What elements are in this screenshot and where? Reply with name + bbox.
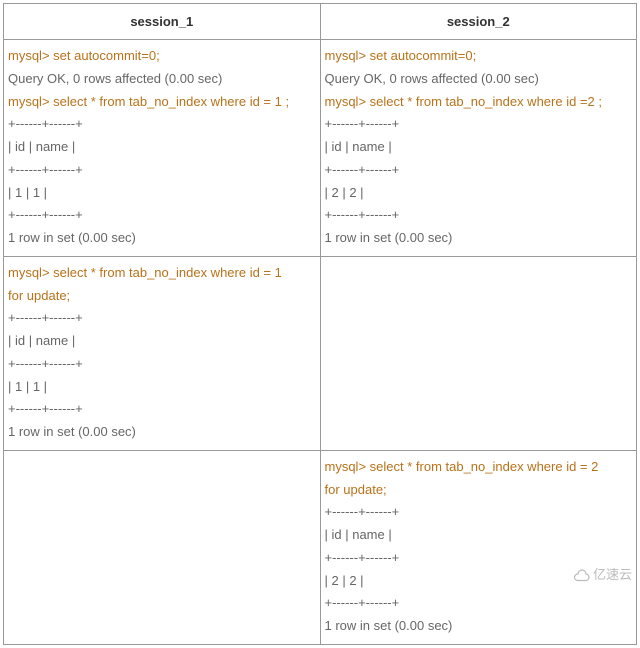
sql-output: | 1 | 1 | <box>8 182 316 205</box>
sql-output: +------+------+ <box>8 159 316 182</box>
sql-output: +------+------+ <box>325 592 633 615</box>
watermark-text: 亿速云 <box>593 567 632 582</box>
sql-command: mysql> set autocommit=0; <box>8 45 316 68</box>
sql-output: 1 row in set (0.00 sec) <box>8 421 316 444</box>
sql-output: +------+------+ <box>8 307 316 330</box>
sql-command: mysql> select * from tab_no_index where … <box>8 262 316 285</box>
session-comparison-table: session_1 session_2 mysql> set autocommi… <box>3 3 637 645</box>
sql-output: +------+------+ <box>8 353 316 376</box>
table-row: mysql> select * from tab_no_index where … <box>4 450 637 644</box>
sql-output: +------+------+ <box>325 113 633 136</box>
session2-cell-1: mysql> set autocommit=0; Query OK, 0 row… <box>320 40 637 257</box>
sql-output: 1 row in set (0.00 sec) <box>8 227 316 250</box>
sql-output: +------+------+ <box>325 159 633 182</box>
sql-output: | 2 | 2 | <box>325 182 633 205</box>
sql-command: mysql> set autocommit=0; <box>325 45 633 68</box>
session2-cell-2-empty <box>320 256 637 450</box>
sql-command: mysql> select * from tab_no_index where … <box>8 91 316 114</box>
session1-cell-3-empty <box>4 450 321 644</box>
sql-output: +------+------+ <box>325 501 633 524</box>
sql-command: for update; <box>325 479 633 502</box>
sql-command: mysql> select * from tab_no_index where … <box>325 456 633 479</box>
session2-cell-3: mysql> select * from tab_no_index where … <box>320 450 637 644</box>
header-session-2: session_2 <box>320 4 637 40</box>
sql-output: | id | name | <box>325 524 633 547</box>
sql-command: for update; <box>8 285 316 308</box>
session1-cell-2: mysql> select * from tab_no_index where … <box>4 256 321 450</box>
sql-output: 1 row in set (0.00 sec) <box>325 615 633 638</box>
sql-output: Query OK, 0 rows affected (0.00 sec) <box>325 68 633 91</box>
sql-output: | id | name | <box>8 136 316 159</box>
session1-cell-1: mysql> set autocommit=0; Query OK, 0 row… <box>4 40 321 257</box>
sql-output: +------+------+ <box>8 398 316 421</box>
table-header-row: session_1 session_2 <box>4 4 637 40</box>
sql-output: | id | name | <box>8 330 316 353</box>
table-row: mysql> select * from tab_no_index where … <box>4 256 637 450</box>
sql-output: +------+------+ <box>325 204 633 227</box>
cloud-icon <box>571 569 591 583</box>
sql-command: mysql> select * from tab_no_index where … <box>325 91 633 114</box>
header-session-1: session_1 <box>4 4 321 40</box>
sql-output: Query OK, 0 rows affected (0.00 sec) <box>8 68 316 91</box>
sql-output: 1 row in set (0.00 sec) <box>325 227 633 250</box>
sql-output: +------+------+ <box>8 113 316 136</box>
sql-output: | 1 | 1 | <box>8 376 316 399</box>
watermark: 亿速云 <box>571 564 632 583</box>
table-row: mysql> set autocommit=0; Query OK, 0 row… <box>4 40 637 257</box>
sql-output: | id | name | <box>325 136 633 159</box>
sql-output: +------+------+ <box>8 204 316 227</box>
